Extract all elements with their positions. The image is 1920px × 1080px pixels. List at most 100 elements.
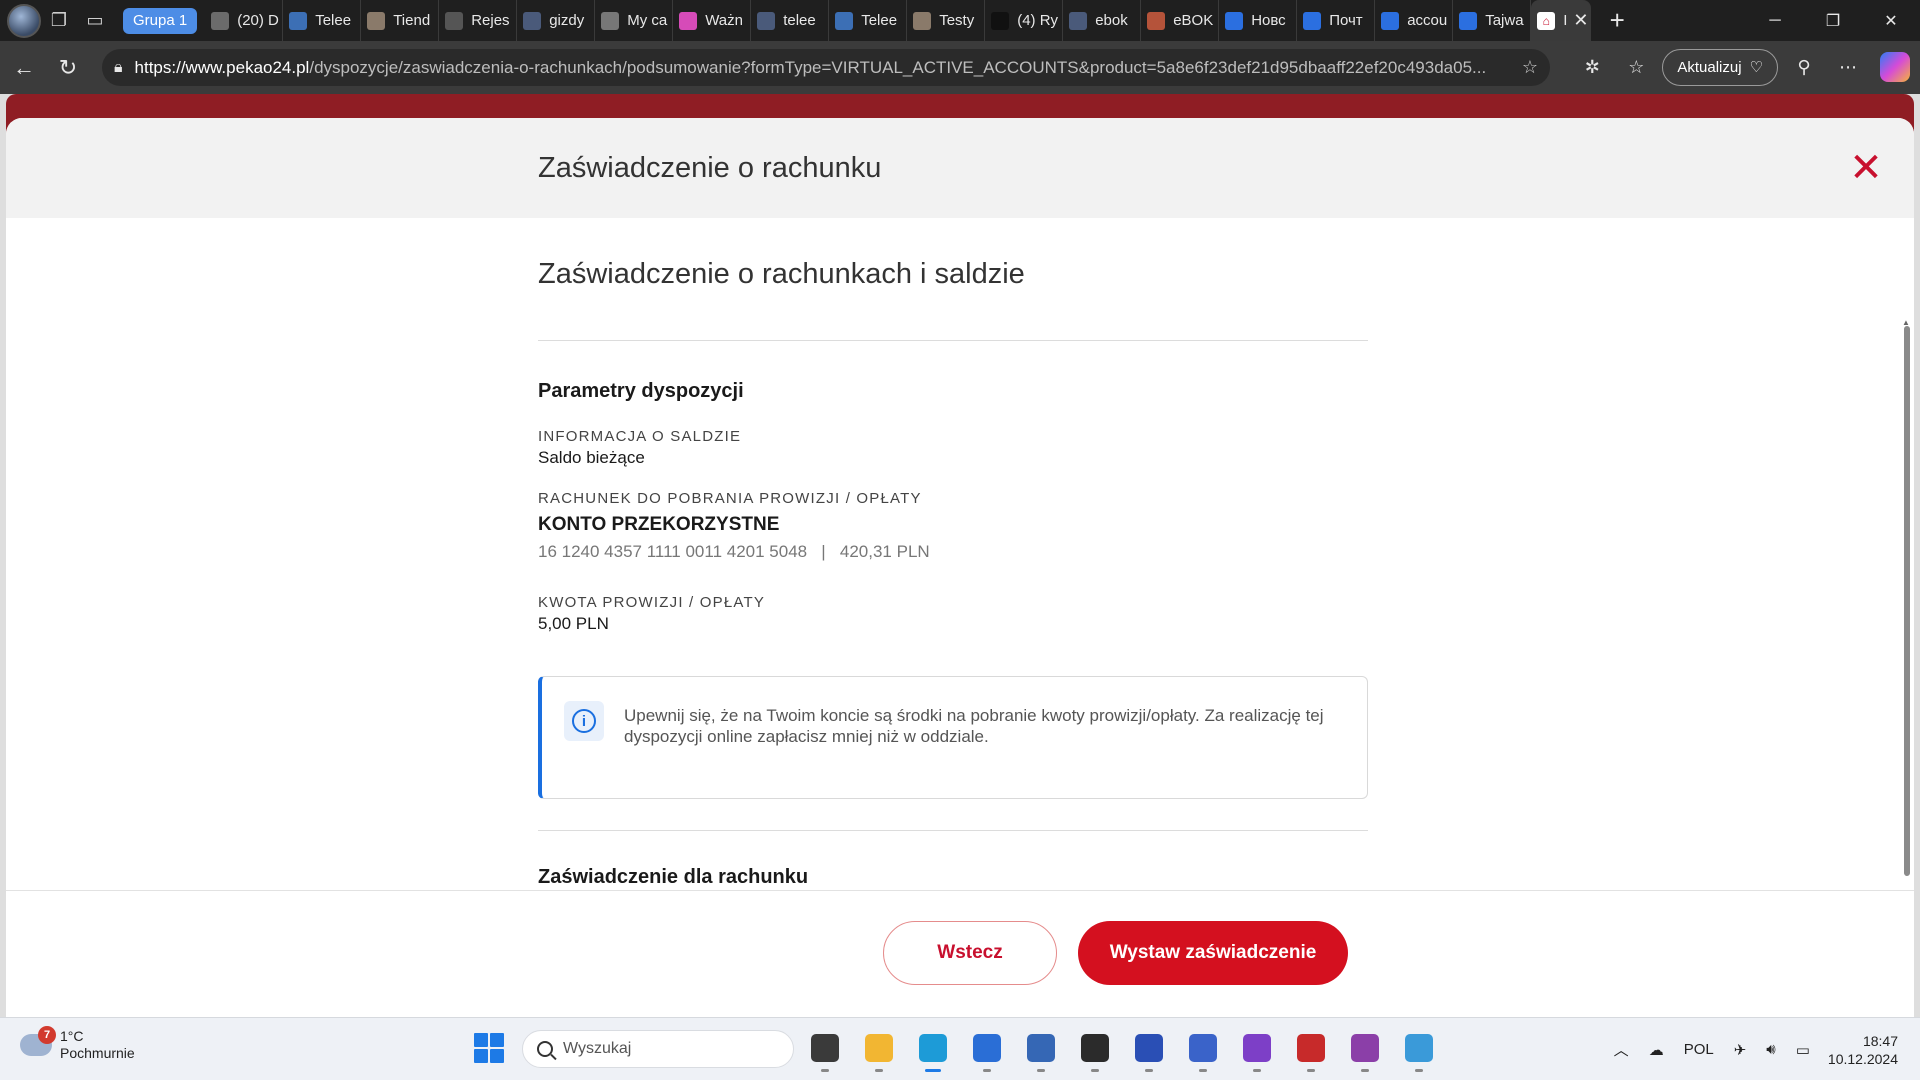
params-section-title: Parametry dyspozycji	[538, 380, 744, 402]
network-app-icon	[1027, 1034, 1055, 1062]
tab-label: (4) Ry	[1017, 12, 1059, 29]
running-indicator	[1145, 1069, 1153, 1072]
close-tab-icon[interactable]: ✕	[1573, 10, 1588, 31]
running-indicator	[1091, 1069, 1099, 1072]
network-app-taskbar-button[interactable]	[1022, 1028, 1060, 1072]
copilot-icon[interactable]	[1880, 52, 1910, 82]
search-icon	[537, 1041, 553, 1057]
weather-widget[interactable]: 7 1°C Pochmurnie	[20, 1026, 135, 1062]
tab[interactable]: eBOK	[1141, 0, 1220, 41]
modal-header: Zaświadczenie o rachunku ✕	[6, 118, 1914, 218]
close-icon[interactable]: ✕	[1846, 148, 1886, 188]
tab[interactable]: Telee	[283, 0, 362, 41]
running-indicator	[925, 1069, 941, 1072]
issue-certificate-button[interactable]: Wystaw zaświadczenie	[1078, 921, 1348, 985]
taskbar-search[interactable]: Wyszukaj	[522, 1030, 794, 1068]
tab[interactable]: (20) D	[205, 0, 284, 41]
url-text[interactable]: https://www.pekao24.pl/dyspozycje/zaswia…	[135, 58, 1512, 78]
favorite-star-icon[interactable]: ☆	[1522, 57, 1538, 78]
tab[interactable]: gizdy	[517, 0, 596, 41]
clock[interactable]: 18:47 10.12.2024	[1828, 1032, 1898, 1068]
tab[interactable]: Tiend	[361, 0, 440, 41]
tab[interactable]: Почт	[1297, 0, 1376, 41]
tab[interactable]: Rejes	[439, 0, 518, 41]
profile-avatar[interactable]	[7, 3, 41, 38]
address-bar[interactable]: 🔒︎ https://www.pekao24.pl/dyspozycje/zas…	[102, 49, 1550, 86]
task-view-taskbar-button[interactable]	[806, 1028, 844, 1072]
tab[interactable]: Testy	[907, 0, 986, 41]
update-button[interactable]: Aktualizuj ♡	[1662, 48, 1778, 86]
red-app-taskbar-button[interactable]	[1292, 1028, 1330, 1072]
more-options-icon[interactable]: ⋯	[1826, 45, 1870, 89]
lock-icon[interactable]: 🔒︎	[114, 59, 123, 77]
terminal-taskbar-button[interactable]	[1076, 1028, 1114, 1072]
tab-label: telee	[783, 12, 816, 29]
tab[interactable]: Telee	[829, 0, 908, 41]
notepad-taskbar-button[interactable]	[1400, 1028, 1438, 1072]
favorites-icon[interactable]: ☆	[1614, 45, 1658, 89]
fee-account-label: RACHUNEK DO POBRANIA PROWIZJI / OPŁATY	[538, 490, 922, 507]
running-indicator	[1361, 1069, 1369, 1072]
system-tray: ︿ ☁ POL ✈ 🔊︎ ▭ 18:47 10.12.2024	[1604, 1018, 1920, 1080]
tab-group-label[interactable]: Grupa 1	[123, 7, 198, 34]
tab[interactable]: (4) Ry	[985, 0, 1064, 41]
airplane-icon[interactable]: ✈	[1734, 1041, 1747, 1059]
language-indicator[interactable]: POL	[1684, 1041, 1714, 1058]
start-button[interactable]	[474, 1033, 504, 1063]
account-number: 16 1240 4357 1111 0011 4201 5048	[538, 542, 808, 561]
terminal-icon	[1081, 1034, 1109, 1062]
scroll-up-icon[interactable]: ▲	[1902, 318, 1912, 327]
url-domain: https://www.pekao24.pl	[134, 57, 310, 77]
file-explorer-taskbar-button[interactable]	[860, 1028, 898, 1072]
running-indicator	[983, 1069, 991, 1072]
tab[interactable]: My ca	[595, 0, 674, 41]
tab[interactable]: ebok	[1063, 0, 1142, 41]
github-app-taskbar-button[interactable]	[1346, 1028, 1384, 1072]
modal-content: Zaświadczenie o rachunkach i saldzie Par…	[6, 218, 1914, 890]
running-indicator	[821, 1069, 829, 1072]
battery-icon[interactable]: ▭	[1796, 1041, 1810, 1059]
refresh-icon[interactable]: ↻	[46, 46, 90, 90]
tab-label: My ca	[627, 12, 668, 29]
tab-favicon-icon	[913, 11, 932, 30]
tab[interactable]: Tajwa	[1453, 0, 1532, 41]
red-app-icon	[1297, 1034, 1325, 1062]
tor-browser-taskbar-button[interactable]	[1238, 1028, 1276, 1072]
tab[interactable]: telee	[751, 0, 830, 41]
microsoft-store-taskbar-button[interactable]	[968, 1028, 1006, 1072]
workspaces-icon[interactable]: ❐	[41, 3, 77, 39]
tab-label: Testy	[939, 12, 975, 29]
extensions-icon[interactable]: ✲	[1570, 45, 1614, 89]
minimize-icon[interactable]: ─	[1746, 0, 1804, 41]
toolbar-right: ✲ ☆ Aktualizuj ♡ ⚲ ⋯	[1570, 45, 1920, 89]
running-indicator	[875, 1069, 883, 1072]
chevron-up-icon[interactable]: ︿	[1614, 1039, 1629, 1060]
letter-a-app-taskbar-button[interactable]	[1184, 1028, 1222, 1072]
weather-text: 1°C Pochmurnie	[60, 1028, 135, 1062]
tab-favicon-icon	[601, 11, 620, 30]
tab-favicon-icon	[1069, 11, 1088, 30]
tab[interactable]: Ważn	[673, 0, 752, 41]
tab[interactable]: Новс	[1219, 0, 1298, 41]
back-button[interactable]: Wstecz	[883, 921, 1057, 985]
tab-favicon-icon	[1381, 11, 1400, 30]
tab[interactable]: accou	[1375, 0, 1454, 41]
close-window-icon[interactable]: ✕	[1862, 0, 1920, 41]
volume-icon[interactable]: 🔊︎	[1766, 1041, 1775, 1058]
tab-active[interactable]: ⌂ I ✕	[1531, 0, 1592, 41]
share-icon[interactable]: ⚲	[1782, 45, 1826, 89]
back-arrow-icon[interactable]: ←	[2, 46, 46, 90]
scrollbar[interactable]	[1904, 326, 1910, 876]
onedrive-icon[interactable]: ☁	[1649, 1041, 1664, 1059]
edge-taskbar-button[interactable]	[914, 1028, 952, 1072]
weather-temp: 1°C	[60, 1028, 84, 1044]
tab-label: Новс	[1251, 12, 1286, 29]
vertical-tabs-icon[interactable]: ▭	[77, 3, 113, 39]
save-app-taskbar-button[interactable]	[1130, 1028, 1168, 1072]
certificate-modal: Zaświadczenie o rachunku ✕ Zaświadczenie…	[6, 118, 1914, 1017]
tab-label: (20) D	[237, 12, 279, 29]
restore-icon[interactable]: ❐	[1804, 0, 1862, 41]
new-tab-button[interactable]: +	[1597, 3, 1637, 39]
clock-time: 18:47	[1862, 1032, 1898, 1049]
content-column: Zaświadczenie o rachunkach i saldzie Par…	[538, 218, 1368, 890]
